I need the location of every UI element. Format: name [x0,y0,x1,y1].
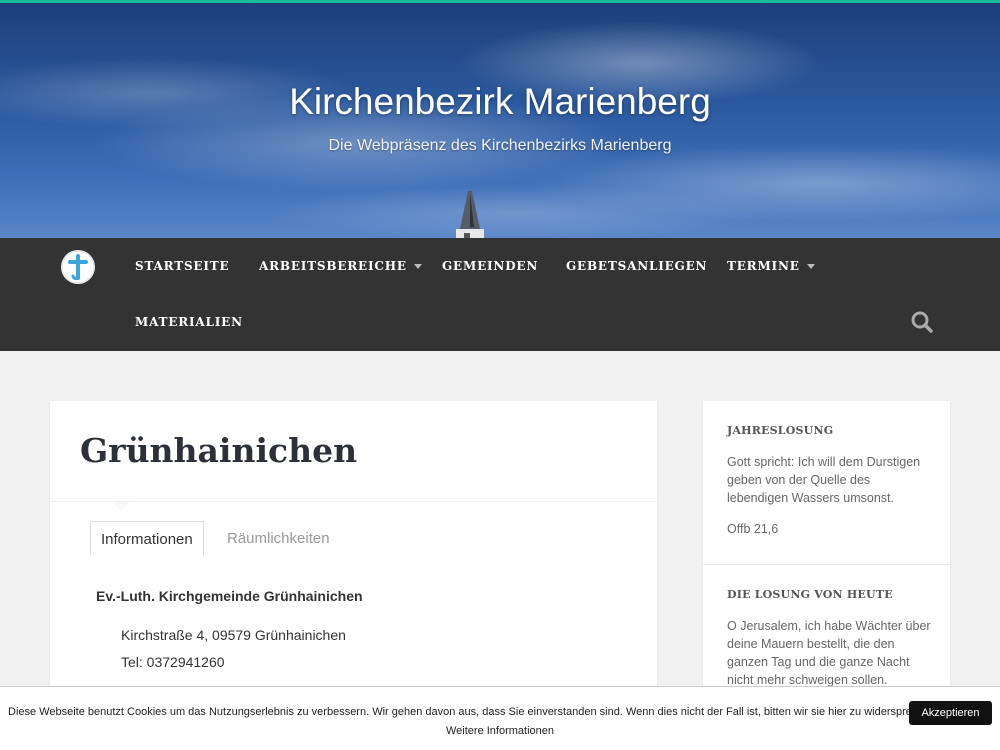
widget-title-losung-heute: DIE LOSUNG VON HEUTE [727,588,893,601]
address-line: Kirchstraße 4, 09579 Grünhainichen [121,627,346,643]
cookie-message: Diese Webseite benutzt Cookies um das Nu… [8,706,939,718]
sidebar: JAHRESLOSUNG Gott spricht: Ich will dem … [703,401,950,701]
nav-item-startseite[interactable]: STARTSEITE [135,259,229,273]
nav-item-gebetsanliegen[interactable]: GEBETSANLIEGEN [566,259,707,273]
nav-item-termine[interactable]: TERMINE [727,259,815,273]
accept-cookies-button[interactable]: Akzeptieren [909,701,992,725]
site-header: Kirchenbezirk Marienberg Die Webpräsenz … [0,3,1000,238]
title-divider-arrow [112,502,130,511]
nav-item-materialien[interactable]: MATERIALIEN [135,315,243,329]
nav-item-arbeitsbereiche[interactable]: ARBEITSBEREICHE [259,259,422,273]
main-navigation: STARTSEITE ARBEITSBEREICHE GEMEINDEN GEB… [0,238,1000,351]
site-tagline: Die Webpräsenz des Kirchenbezirks Marien… [328,137,672,154]
cookie-banner: Diese Webseite benutzt Cookies um das Nu… [0,686,1000,750]
chevron-down-icon [413,264,422,269]
phone-line: Tel: 0372941260 [121,654,225,670]
widget-divider [703,564,950,565]
page-title: Grünhainichen [80,431,358,470]
organization-name: Ev.-Luth. Kirchgemeinde Grünhainichen [96,588,363,604]
widget-reference: Offb 21,6 [727,522,779,536]
chevron-down-icon [806,264,815,269]
church-steeple-image [456,191,484,238]
search-icon[interactable] [910,310,934,334]
content-card: Grünhainichen Informationen Räumlichkeit… [50,401,657,701]
more-info-link[interactable]: Weitere Informationen [0,725,1000,737]
site-title[interactable]: Kirchenbezirk Marienberg [0,81,1000,123]
widget-text-losung-heute: O Jerusalem, ich habe Wächter über deine… [727,619,931,687]
nav-item-gemeinden[interactable]: GEMEINDEN [442,259,538,273]
title-divider [50,501,657,502]
widget-text-jahreslosung: Gott spricht: Ich will dem Durstigen geb… [727,455,921,505]
widget-title-jahreslosung: JAHRESLOSUNG [727,424,834,437]
tab-informationen[interactable]: Informationen [90,521,204,556]
cross-logo-icon[interactable] [61,250,95,284]
tab-raeumlichkeiten[interactable]: Räumlichkeiten [217,521,340,556]
